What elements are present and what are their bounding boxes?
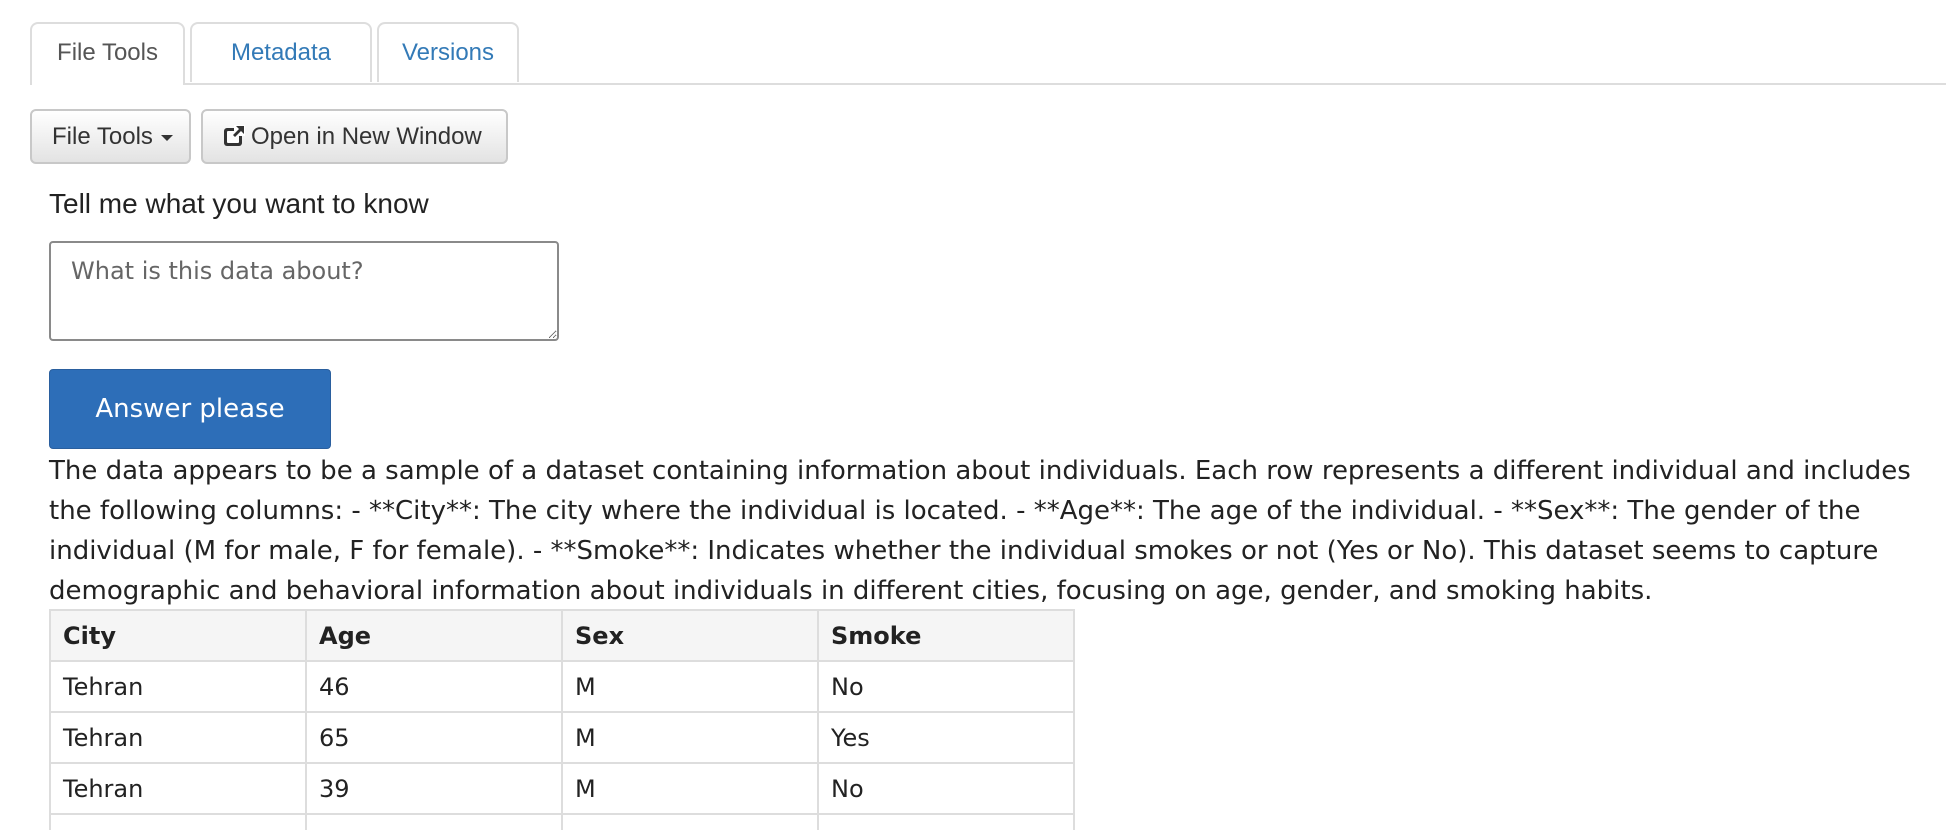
- tab-bar: File Tools Metadata Versions: [30, 22, 1946, 85]
- column-header-city: City: [49, 609, 307, 662]
- column-header-sex: Sex: [561, 609, 819, 662]
- table-row: Tehran 39 M No: [49, 762, 1075, 815]
- tab-metadata[interactable]: Metadata: [190, 22, 372, 82]
- table-cell-age: 46: [305, 660, 563, 713]
- table-header-row: City Age Sex Smoke: [49, 609, 1075, 662]
- table-row-partial: [49, 813, 1075, 830]
- data-preview-table: City Age Sex Smoke Tehran 46 M No Tehran…: [49, 609, 1075, 830]
- table-cell-age: 39: [305, 762, 563, 815]
- tab-file-tools[interactable]: File Tools: [30, 22, 185, 85]
- table-row: Tehran 46 M No: [49, 660, 1075, 713]
- column-header-age: Age: [305, 609, 563, 662]
- table-cell-city: Tehran: [49, 711, 307, 764]
- table-cell-city: Tehran: [49, 762, 307, 815]
- file-page: File Tools Metadata Versions File Tools …: [0, 0, 1946, 830]
- table-cell-sex: M: [561, 762, 819, 815]
- open-in-new-window-button[interactable]: Open in New Window: [201, 109, 508, 164]
- file-tools-dropdown-button[interactable]: File Tools: [30, 109, 191, 164]
- tab-versions[interactable]: Versions: [377, 22, 519, 82]
- table-row: Tehran 65 M Yes: [49, 711, 1075, 764]
- answer-please-button[interactable]: Answer please: [49, 369, 331, 449]
- file-tools-label: File Tools: [52, 123, 153, 150]
- table-cell-age: 65: [305, 711, 563, 764]
- caret-down-icon: [160, 134, 173, 141]
- table-cell-city: Tehran: [49, 660, 307, 713]
- table-cell-sex: M: [561, 711, 819, 764]
- table-cell-sex: M: [561, 660, 819, 713]
- question-input[interactable]: [49, 241, 559, 341]
- table-cell-smoke: No: [817, 660, 1075, 713]
- table-cell-smoke: No: [817, 762, 1075, 815]
- external-link-icon: [224, 125, 245, 146]
- table-cell-smoke: Yes: [817, 711, 1075, 764]
- answer-text: The data appears to be a sample of a dat…: [49, 456, 1911, 606]
- question-label: Tell me what you want to know: [49, 188, 429, 219]
- column-header-smoke: Smoke: [817, 609, 1075, 662]
- open-in-new-window-label: Open in New Window: [251, 123, 482, 150]
